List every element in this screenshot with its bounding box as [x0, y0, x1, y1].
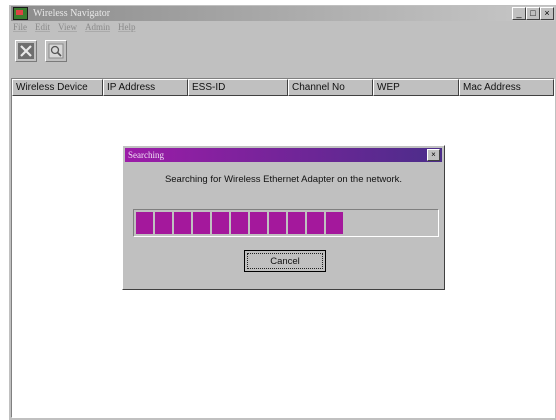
progress-segment: [155, 212, 172, 234]
menu-file[interactable]: File: [13, 22, 27, 36]
dialog-title: Searching: [128, 150, 164, 160]
cancel-label: Cancel: [247, 253, 323, 269]
progress-segment: [288, 212, 305, 234]
window-controls: _ □ ×: [512, 7, 554, 20]
header-wep[interactable]: WEP: [373, 79, 459, 96]
search-icon: [48, 43, 64, 59]
progress-segment: [212, 212, 229, 234]
toolbar: [11, 38, 555, 64]
header-wireless-device[interactable]: Wireless Device: [12, 79, 103, 96]
cancel-button[interactable]: Cancel: [244, 250, 326, 272]
menu-edit[interactable]: Edit: [35, 22, 50, 36]
menu-bar: File Edit View Admin Help: [11, 22, 136, 36]
menu-admin[interactable]: Admin: [85, 22, 110, 36]
progress-segment: [326, 212, 343, 234]
header-channel-no[interactable]: Channel No: [288, 79, 373, 96]
close-x-icon: [18, 43, 34, 59]
search-button[interactable]: [45, 40, 67, 62]
maximize-button[interactable]: □: [526, 7, 540, 20]
title-bar[interactable]: Wireless Navigator _ □ ×: [11, 6, 555, 21]
header-ip-address[interactable]: IP Address: [103, 79, 188, 96]
progress-segment: [193, 212, 210, 234]
progress-segment: [250, 212, 267, 234]
search-progress-bar: [133, 209, 439, 237]
stop-button[interactable]: [15, 40, 37, 62]
dialog-message: Searching for Wireless Ethernet Adapter …: [164, 174, 403, 185]
close-button[interactable]: ×: [540, 7, 554, 20]
menu-help[interactable]: Help: [118, 22, 136, 36]
progress-segment: [307, 212, 324, 234]
header-mac-address[interactable]: Mac Address: [459, 79, 554, 96]
dialog-title-bar[interactable]: Searching ×: [125, 148, 442, 162]
dialog-close-button[interactable]: ×: [427, 149, 440, 161]
progress-segment: [136, 212, 153, 234]
progress-segment: [231, 212, 248, 234]
searching-dialog: Searching × Searching for Wireless Ether…: [122, 145, 445, 290]
progress-segment: [269, 212, 286, 234]
app-icon: [13, 7, 28, 20]
minimize-button[interactable]: _: [512, 7, 526, 20]
header-ess-id[interactable]: ESS-ID: [188, 79, 288, 96]
window-title: Wireless Navigator: [33, 8, 111, 19]
progress-segment: [174, 212, 191, 234]
menu-view[interactable]: View: [58, 22, 77, 36]
column-headers: Wireless Device IP Address ESS-ID Channe…: [12, 79, 554, 96]
